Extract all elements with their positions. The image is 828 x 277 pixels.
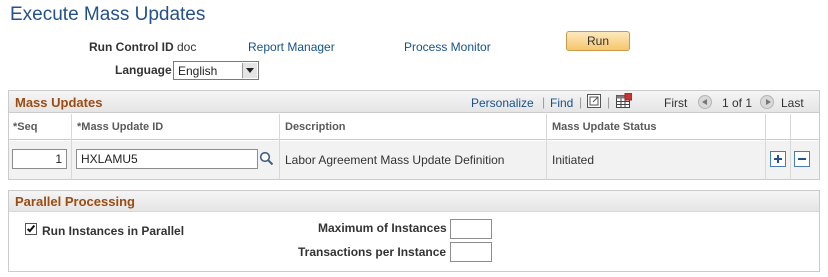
grid-header: Mass Updates Personalize | Find | | Firs… bbox=[9, 91, 819, 113]
personalize-link[interactable]: Personalize bbox=[471, 96, 534, 110]
column-header-seq: *Seq bbox=[13, 121, 38, 133]
column-divider bbox=[546, 114, 547, 180]
run-control-label: Run Control ID bbox=[89, 40, 174, 54]
toolbar-separator: | bbox=[542, 95, 546, 109]
next-icon[interactable] bbox=[760, 95, 774, 109]
grid-title: Mass Updates bbox=[15, 95, 103, 110]
column-header-row: *Seq *Mass Update ID Description Mass Up… bbox=[9, 114, 819, 140]
mass-updates-grid: Mass Updates Personalize | Find | | Firs… bbox=[8, 90, 820, 180]
language-label: Language bbox=[115, 63, 172, 77]
toolbar-separator: | bbox=[579, 95, 583, 109]
column-divider bbox=[765, 114, 766, 180]
column-divider bbox=[279, 114, 280, 180]
table-row: 1 HXLAMU5 Labor Agreement Mass Update De… bbox=[9, 141, 819, 179]
language-select[interactable]: English bbox=[173, 61, 259, 80]
process-monitor-link[interactable]: Process Monitor bbox=[404, 40, 491, 54]
run-button[interactable]: Run bbox=[566, 31, 630, 51]
report-manager-link[interactable]: Report Manager bbox=[248, 40, 335, 54]
language-selected-value: English bbox=[178, 64, 218, 78]
transactions-input[interactable] bbox=[450, 242, 492, 262]
run-parallel-label: Run Instances in Parallel bbox=[42, 224, 185, 238]
column-divider bbox=[790, 114, 791, 180]
dropdown-arrow-icon[interactable] bbox=[242, 63, 257, 78]
column-header-mass-update-id: *Mass Update ID bbox=[77, 121, 164, 133]
max-instances-input[interactable] bbox=[450, 219, 492, 239]
previous-icon[interactable] bbox=[698, 95, 712, 109]
search-icon[interactable] bbox=[259, 151, 274, 169]
last-label: Last bbox=[781, 96, 804, 110]
run-control-value: doc bbox=[177, 40, 197, 54]
view-all-icon[interactable] bbox=[587, 94, 601, 111]
row-range: 1 of 1 bbox=[722, 96, 753, 110]
seq-input[interactable]: 1 bbox=[12, 149, 67, 169]
toolbar-separator: | bbox=[607, 95, 611, 109]
delete-row-icon[interactable] bbox=[794, 151, 810, 167]
find-link[interactable]: Find bbox=[550, 96, 573, 110]
column-header-description: Description bbox=[285, 121, 346, 133]
section-title: Parallel Processing bbox=[15, 194, 135, 209]
status-cell: Initiated bbox=[552, 153, 595, 167]
mass-update-id-input[interactable]: HXLAMU5 bbox=[76, 149, 258, 169]
checkmark-icon bbox=[26, 223, 36, 233]
transactions-label: Transactions per Instance bbox=[298, 245, 447, 259]
column-divider bbox=[71, 114, 72, 180]
first-label: First bbox=[664, 96, 688, 110]
description-cell: Labor Agreement Mass Update Definition bbox=[285, 153, 505, 167]
run-parallel-checkbox[interactable] bbox=[25, 223, 37, 235]
max-instances-label: Maximum of Instances bbox=[318, 221, 447, 235]
parallel-processing-section: Parallel Processing Run Instances in Par… bbox=[8, 190, 820, 272]
add-row-icon[interactable] bbox=[770, 151, 786, 167]
page-title: Execute Mass Updates bbox=[10, 4, 206, 25]
column-header-status: Mass Update Status bbox=[552, 121, 657, 133]
grid-download-icon[interactable] bbox=[616, 92, 633, 112]
section-header: Parallel Processing bbox=[9, 191, 819, 212]
